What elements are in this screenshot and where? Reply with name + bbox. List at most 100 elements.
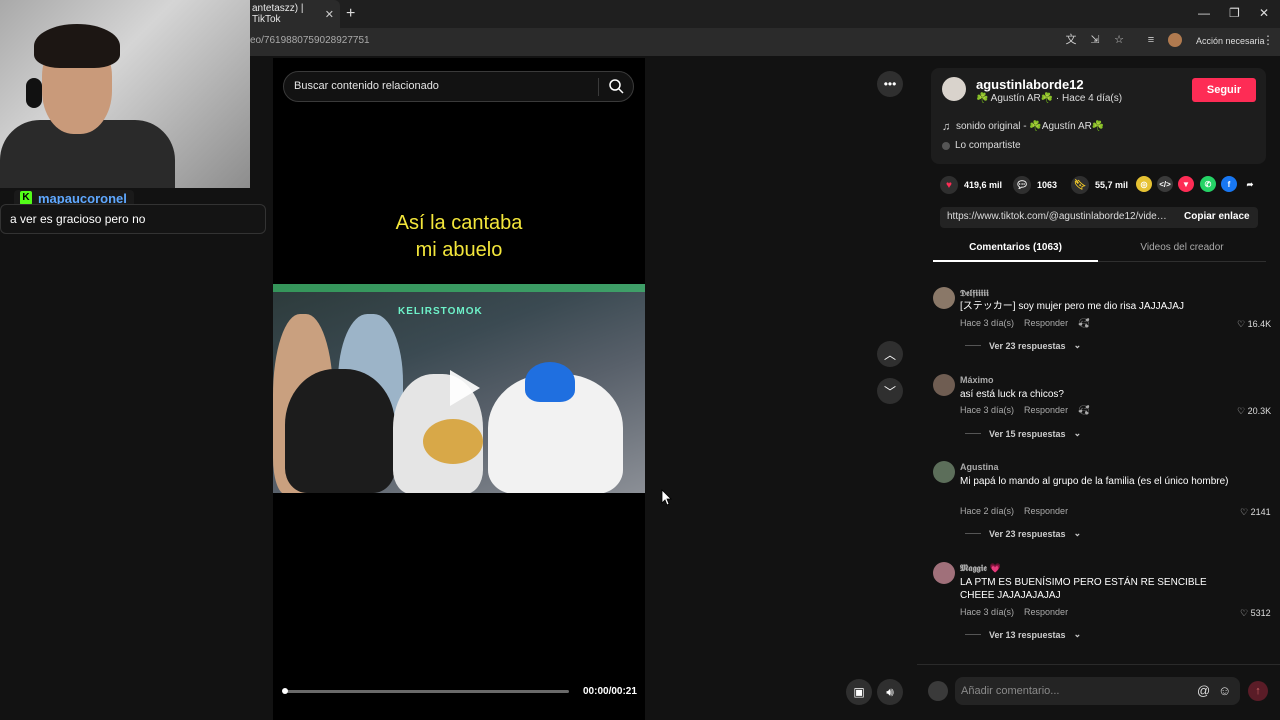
- author-avatar[interactable]: [942, 77, 966, 101]
- url-field[interactable]: eo/7619880759028927751: [250, 35, 370, 46]
- comment-text: [ステッカー] soy mujer pero me dio risa JAJJA…: [960, 301, 1184, 312]
- profile-action-label[interactable]: Acción necesaria: [1196, 36, 1265, 46]
- browser-menu-icon[interactable]: ⋮: [1262, 33, 1274, 47]
- comment-meta: Hace 3 día(s) Responder: [960, 607, 1068, 617]
- comment-like-count: 2141: [1250, 507, 1271, 517]
- send-share-icon[interactable]: ▼: [1178, 176, 1194, 192]
- comment-avatar[interactable]: [933, 374, 955, 396]
- play-icon[interactable]: [444, 368, 484, 408]
- more-options-button[interactable]: •••: [877, 71, 903, 97]
- streamer-hair: [34, 24, 120, 68]
- follow-button[interactable]: Seguir: [1192, 78, 1256, 102]
- send-comment-button[interactable]: ↑: [1248, 681, 1268, 701]
- comment-stat[interactable]: 💬︎ 1063: [1013, 175, 1057, 195]
- heart-icon[interactable]: ♥: [940, 176, 958, 194]
- comment-username[interactable]: 𝕯𝖊𝖑𝖋𝖎𝖎𝖎𝖎𝖎: [960, 288, 989, 299]
- close-window-icon[interactable]: ✕: [1259, 6, 1269, 20]
- comment-like-count: 16.4K: [1247, 319, 1272, 329]
- pip-icon: ▣: [853, 685, 865, 699]
- video-caption: Así la cantaba mi abuelo: [273, 210, 645, 264]
- chevron-down-icon: ﹀: [883, 384, 896, 399]
- like-stat[interactable]: ♥ 419,6 mil: [940, 175, 1002, 195]
- chevron-down-icon: ⌄: [1073, 528, 1082, 538]
- creator-liked-icon: 🥰︎: [1078, 318, 1090, 328]
- comment-meta: Hace 2 día(s) Responder: [960, 506, 1068, 516]
- share-arrow-icon[interactable]: ➦: [1242, 176, 1258, 192]
- author-name[interactable]: agustinlaborde12: [976, 77, 1084, 92]
- view-replies-button[interactable]: Ver 15 respuestas ⌄: [965, 428, 1081, 439]
- view-replies-button[interactable]: Ver 23 respuestas ⌄: [965, 528, 1081, 539]
- reply-button[interactable]: Responder: [1024, 506, 1068, 516]
- ellipsis-icon: •••: [883, 77, 897, 91]
- neon-sign: KELIRSTOMOK: [398, 306, 483, 317]
- reply-button[interactable]: Responder: [1024, 318, 1068, 329]
- view-replies-label: Ver 23 respuestas: [989, 340, 1066, 351]
- view-replies-button[interactable]: Ver 23 respuestas ⌄: [965, 340, 1081, 351]
- reply-button[interactable]: Responder: [1024, 607, 1068, 617]
- comment-avatar[interactable]: [933, 562, 955, 584]
- like-count: 419,6 mil: [964, 180, 1003, 190]
- facebook-icon[interactable]: f: [1221, 176, 1237, 192]
- comment-avatar[interactable]: [933, 461, 955, 483]
- save-count: 55,7 mil: [1095, 180, 1129, 190]
- comment-avatar[interactable]: [933, 287, 955, 309]
- bookmark-icon[interactable]: 🔖︎: [1071, 176, 1089, 194]
- install-icon[interactable]: ⇲: [1088, 33, 1102, 47]
- comment-icon[interactable]: 💬︎: [1013, 176, 1031, 194]
- comment-date: Hace 3 día(s): [960, 405, 1015, 415]
- comment-date: Hace 3 día(s): [960, 607, 1015, 617]
- media-icon[interactable]: ≡: [1144, 33, 1158, 47]
- mention-icon[interactable]: @: [1197, 683, 1210, 698]
- view-replies-label: Ver 13 respuestas: [989, 629, 1066, 640]
- coin-share-icon[interactable]: ◎: [1136, 176, 1152, 192]
- whatsapp-icon[interactable]: ✆: [1200, 176, 1216, 192]
- speaker-icon: 🔊︎: [886, 684, 894, 699]
- comment-meta: Hace 3 día(s) Responder 🥰︎: [960, 405, 1090, 416]
- mouse-cursor-icon: [661, 489, 672, 506]
- comment-count: 1063: [1037, 180, 1058, 190]
- translate-icon[interactable]: 文: [1064, 33, 1078, 47]
- comment-like[interactable]: ♡ 5312: [1240, 608, 1271, 619]
- pip-button[interactable]: ▣: [846, 679, 872, 705]
- profile-avatar[interactable]: [1168, 33, 1182, 47]
- caption-line-1: Así la cantaba: [395, 212, 523, 234]
- tab-creator-videos[interactable]: Videos del creador: [1098, 236, 1266, 262]
- emoji-icon[interactable]: ☺: [1218, 683, 1231, 698]
- browser-tab[interactable]: antetaszz) | TikTok ✕: [240, 0, 340, 28]
- volume-button[interactable]: 🔊︎: [877, 679, 903, 705]
- comment-like[interactable]: ♡ 16.4K: [1237, 319, 1271, 330]
- creator-liked-icon: 🥰︎: [1078, 405, 1090, 415]
- copy-link-button[interactable]: Copiar enlace: [1184, 211, 1250, 222]
- restore-icon[interactable]: ❐: [1229, 6, 1240, 20]
- arrow-up-icon: ↑: [1255, 685, 1261, 697]
- comment-text: Mi papá lo mando al grupo de la familia …: [960, 476, 1229, 487]
- new-tab-icon[interactable]: +: [346, 5, 355, 23]
- comment-username[interactable]: Máximo: [960, 375, 994, 385]
- comment-username[interactable]: Agustina: [960, 462, 999, 472]
- tab-comments[interactable]: Comentarios (1063): [933, 236, 1098, 262]
- comment-like[interactable]: ♡ 20.3K: [1237, 406, 1271, 417]
- chevron-down-icon: ⌄: [1073, 428, 1082, 438]
- minimize-icon[interactable]: —: [1198, 6, 1210, 20]
- close-tab-icon[interactable]: ✕: [325, 8, 334, 21]
- embed-icon[interactable]: </>: [1157, 176, 1173, 192]
- star-icon[interactable]: ☆: [1112, 33, 1126, 47]
- music-link[interactable]: sonido original - ☘️Agustín AR☘️: [956, 121, 1104, 132]
- search-input[interactable]: Buscar contenido relacionado: [294, 80, 439, 92]
- comment-like[interactable]: ♡ 2141: [1240, 507, 1271, 518]
- progress-knob[interactable]: [282, 688, 288, 694]
- progress-bar[interactable]: [283, 690, 569, 693]
- next-video-button[interactable]: ﹀: [877, 378, 903, 404]
- comment-username[interactable]: 𝕸𝖆𝖌𝖌𝖎𝖊 💗: [960, 563, 1001, 574]
- view-replies-button[interactable]: Ver 13 respuestas ⌄: [965, 629, 1081, 640]
- webcam-overlay: [0, 0, 250, 188]
- reply-button[interactable]: Responder: [1024, 405, 1068, 416]
- chevron-down-icon: ⌄: [1073, 340, 1082, 350]
- previous-video-button[interactable]: ︿: [877, 341, 903, 367]
- kick-logo-icon: K: [20, 191, 32, 205]
- chevron-up-icon: ︿: [883, 347, 896, 362]
- search-icon[interactable]: [607, 77, 625, 95]
- share-link-text[interactable]: https://www.tiktok.com/@agustinlaborde12…: [947, 211, 1172, 222]
- caption-line-2: mi abuelo: [415, 239, 503, 261]
- save-stat[interactable]: 🔖︎ 55,7 mil: [1071, 175, 1128, 195]
